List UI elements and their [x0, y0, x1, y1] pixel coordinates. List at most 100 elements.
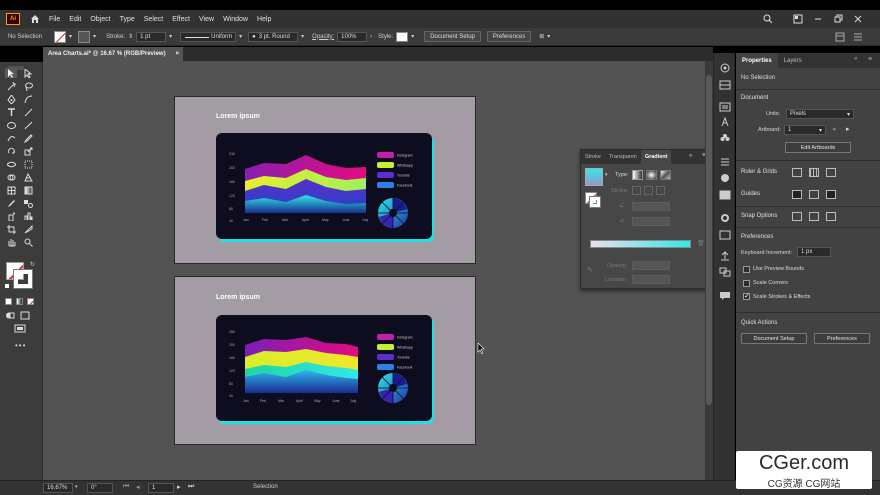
stroke-color-indicator[interactable] [13, 269, 33, 289]
close-icon[interactable] [853, 14, 863, 24]
preferences-button[interactable]: Preferences [814, 333, 870, 344]
rotation-field[interactable]: 0° [87, 483, 113, 493]
ellipse-tool-icon[interactable] [5, 120, 17, 130]
hand-tool-icon[interactable] [5, 237, 17, 247]
type-tool-icon[interactable] [5, 107, 17, 117]
opacity-label[interactable]: Opacity: [312, 34, 334, 40]
chevron-down-icon[interactable]: ▾ [547, 33, 550, 40]
previous-artboard-icon[interactable]: ◂ [832, 125, 836, 133]
location-field[interactable] [632, 275, 670, 284]
blend-tool-icon[interactable] [22, 198, 34, 208]
opacity-field[interactable] [632, 261, 670, 270]
arrange-documents-icon[interactable] [793, 14, 803, 24]
smart-guides-icon[interactable] [826, 190, 836, 199]
none-mode-icon[interactable] [27, 298, 34, 305]
tab-gradient[interactable]: Gradient [640, 150, 672, 164]
freeform-gradient-button[interactable] [660, 170, 671, 180]
transparency-grid-icon[interactable] [826, 168, 836, 177]
brush-select[interactable]: ● 3 pt. Round [248, 31, 299, 42]
chevron-down-icon[interactable]: ▾ [93, 33, 96, 40]
chevron-down-icon[interactable]: ▾ [239, 33, 242, 40]
minimize-icon[interactable] [813, 14, 823, 24]
symbols-icon[interactable] [719, 133, 731, 143]
radial-gradient-button[interactable] [646, 170, 657, 180]
color-mode-icon[interactable] [5, 298, 12, 305]
menu-window[interactable]: Window [223, 16, 248, 23]
artboard-number-field[interactable]: 1 [148, 483, 174, 493]
edit-artboards-button[interactable]: Edit Artboards [785, 142, 851, 153]
gradient-tool-icon[interactable] [22, 185, 34, 195]
tab-stroke[interactable]: Stroke [581, 150, 605, 164]
chevron-down-icon[interactable]: ▾ [605, 172, 608, 178]
menu-view[interactable]: View [199, 16, 214, 23]
chart-card[interactable]: 280 200 160 120 80 40 Jan Feb Mar April … [216, 315, 432, 421]
scale-corners-checkbox[interactable] [743, 280, 750, 287]
shaper-tool-icon[interactable] [5, 133, 17, 143]
ruler-icon[interactable] [792, 168, 802, 177]
previous-artboard-icon[interactable]: ◂ [136, 483, 140, 491]
menu-select[interactable]: Select [144, 16, 163, 23]
last-artboard-icon[interactable]: ⏭ [188, 483, 194, 491]
menu-file[interactable]: File [49, 16, 60, 23]
menu-effect[interactable]: Effect [172, 16, 190, 23]
search-icon[interactable] [763, 14, 773, 24]
pathfinder-icon[interactable] [719, 173, 731, 183]
zoom-field[interactable]: 16.67% [43, 483, 73, 493]
paintbrush-tool-icon[interactable] [22, 120, 34, 130]
lasso-tool-icon[interactable] [22, 81, 34, 91]
stroke-profile-select[interactable]: Uniform [180, 31, 237, 42]
shape-builder-tool-icon[interactable] [5, 172, 17, 182]
lock-guides-icon[interactable] [809, 190, 819, 199]
stroke-weight-field[interactable]: 1 pt [136, 31, 167, 42]
linear-gradient-button[interactable] [632, 170, 643, 180]
stroke-within-button[interactable] [632, 186, 641, 195]
gradient-slider[interactable] [590, 240, 691, 248]
draw-mode-icon[interactable] [5, 311, 15, 320]
graphic-style-swatch[interactable] [396, 31, 409, 42]
scale-strokes-effects-checkbox[interactable] [743, 292, 750, 300]
menu-edit[interactable]: Edit [69, 16, 81, 23]
show-guides-icon[interactable] [792, 190, 802, 199]
home-icon[interactable] [30, 14, 40, 24]
fill-swatch[interactable] [54, 30, 67, 43]
swatches-icon[interactable] [719, 102, 731, 112]
eyedropper-icon[interactable]: ✎ [587, 266, 593, 274]
direct-selection-tool-icon[interactable] [22, 68, 34, 78]
panel-menu-icon[interactable]: ≡ [868, 56, 872, 63]
rotate-tool-icon[interactable] [5, 146, 17, 156]
opacity-field[interactable]: 100% [337, 31, 368, 42]
artboard-tool-icon[interactable] [5, 224, 17, 234]
gradient-preview-swatch[interactable] [585, 168, 603, 186]
document-setup-button[interactable]: Document Setup [424, 31, 481, 42]
curvature-tool-icon[interactable] [22, 94, 34, 104]
draw-inside-icon[interactable] [20, 311, 30, 320]
more-tools-icon[interactable]: ••• [15, 341, 26, 350]
stroke-along-button[interactable] [644, 186, 653, 195]
brushes-icon[interactable] [719, 117, 731, 127]
delete-stop-icon[interactable]: 🗑 [697, 240, 705, 247]
tab-transparency[interactable]: Transparen [605, 150, 641, 164]
color-guide-icon[interactable] [719, 63, 731, 73]
chevron-down-icon[interactable]: ▾ [301, 33, 304, 40]
pen-tool-icon[interactable] [5, 94, 17, 104]
snap-to-pixel-icon[interactable] [826, 212, 836, 221]
restore-icon[interactable] [833, 14, 843, 24]
aspect-ratio-field[interactable] [632, 217, 670, 226]
stroke-swatch[interactable] [78, 30, 91, 43]
chevron-down-icon[interactable]: ▾ [75, 484, 78, 490]
menu-type[interactable]: Type [120, 16, 135, 23]
gradient-mode-icon[interactable] [16, 298, 23, 305]
align-icon[interactable] [719, 157, 731, 167]
menu-object[interactable]: Object [90, 16, 110, 23]
next-artboard-icon[interactable]: ▸ [177, 483, 181, 491]
width-tool-icon[interactable] [5, 159, 17, 169]
snap-to-grid-icon[interactable] [809, 212, 819, 221]
menu-lines-icon[interactable] [853, 32, 863, 42]
chevron-down-icon[interactable]: ▾ [69, 33, 72, 40]
chart-card[interactable]: 240 200 160 120 80 40 Jan Feb Mar April … [216, 133, 432, 239]
vertical-scrollbar[interactable] [705, 61, 713, 480]
chevron-right-icon[interactable]: › [370, 34, 372, 40]
collapse-panel-icon[interactable]: » [689, 153, 692, 159]
gradient-stroke-indicator[interactable] [589, 196, 601, 208]
stroke-across-button[interactable] [656, 186, 665, 195]
